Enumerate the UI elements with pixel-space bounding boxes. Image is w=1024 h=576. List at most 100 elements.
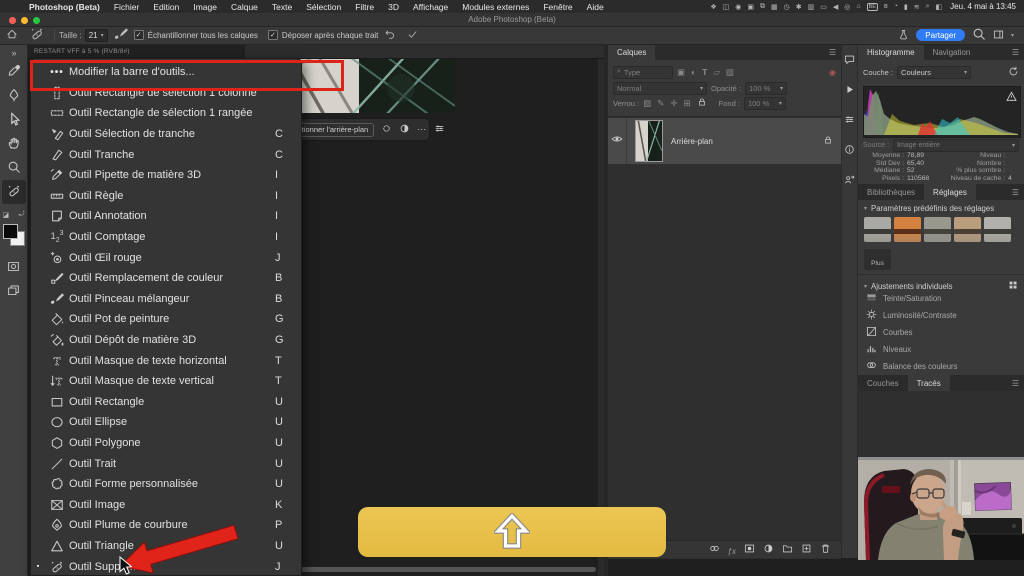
menubar-item[interactable]: Sélection bbox=[299, 2, 348, 12]
control-center-status-icon[interactable]: ◧ bbox=[936, 3, 943, 11]
info-icon[interactable] bbox=[844, 142, 855, 160]
layer-thumbnail[interactable] bbox=[635, 120, 663, 162]
export-sliders-icon[interactable] bbox=[844, 112, 855, 130]
color-swatches[interactable] bbox=[3, 224, 25, 246]
layer-row-background[interactable]: Arrière-plan bbox=[608, 118, 841, 164]
tool-menu-item-12[interactable]: Outil Pinceau mélangeurB bbox=[31, 289, 301, 310]
eye-icon[interactable] bbox=[608, 118, 627, 164]
tool-menu-item-6[interactable]: Outil Pipette de matière 3DI bbox=[31, 165, 301, 186]
adjustment-curves[interactable]: Courbes bbox=[858, 324, 1024, 341]
tool-menu-item-22[interactable]: Outil ImageK bbox=[31, 494, 301, 515]
filter-toggle-icon[interactable]: ◉ bbox=[829, 68, 836, 77]
channel-select[interactable]: Couleurs▾ bbox=[897, 66, 971, 79]
tool-hand[interactable] bbox=[2, 132, 26, 156]
color-grid-status-icon[interactable]: ❖ bbox=[710, 3, 716, 11]
pixel-filter-icon[interactable]: ▣ bbox=[677, 67, 685, 78]
adjustment-preset-3[interactable] bbox=[924, 217, 951, 242]
tool-menu-item-16[interactable]: TOutil Masque de texte verticalT bbox=[31, 371, 301, 392]
adjustment-color-balance[interactable]: Balance des couleurs bbox=[858, 358, 1024, 375]
account-status-icon[interactable]: ◔ bbox=[894, 3, 898, 10]
lock-all-icon[interactable] bbox=[697, 97, 707, 109]
menubar-item[interactable]: Fenêtre bbox=[536, 2, 579, 12]
menubar-item[interactable]: Modules externes bbox=[455, 2, 536, 12]
menubar-item[interactable]: Affichage bbox=[406, 2, 455, 12]
more-presets-button[interactable]: Plus bbox=[864, 249, 891, 270]
tool-direct-select[interactable] bbox=[2, 108, 26, 132]
menubar-item[interactable]: Texte bbox=[265, 2, 299, 12]
adjustment-preset-5[interactable] bbox=[984, 217, 1011, 242]
spotlight-status-icon[interactable]: ⌕ bbox=[926, 3, 930, 11]
warning-icon[interactable] bbox=[1006, 89, 1017, 107]
menubar-item[interactable]: 3D bbox=[381, 2, 406, 12]
tool-menu-item-20[interactable]: Outil TraitU bbox=[31, 453, 301, 474]
bluetooth-status-icon[interactable]: ʙ bbox=[884, 3, 888, 10]
tool-menu-item-10[interactable]: Outil Œil rougeJ bbox=[31, 247, 301, 268]
layer-filter-search[interactable]: ⌕ Type bbox=[613, 66, 673, 79]
tool-menu-item-13[interactable]: Outil Pot de peintureG bbox=[31, 309, 301, 330]
foreground-color-swatch[interactable] bbox=[3, 224, 18, 239]
lock-artboard-icon[interactable]: ⊞ bbox=[684, 98, 691, 109]
reset-icon[interactable] bbox=[384, 29, 395, 42]
blend-mode-select[interactable]: Normal▾ bbox=[613, 82, 707, 95]
taskbar-properties-icon[interactable] bbox=[434, 121, 445, 139]
box-status-icon[interactable]: ▦ bbox=[771, 3, 778, 11]
input-source-be-status-icon[interactable]: BE bbox=[867, 3, 878, 11]
github-status-icon[interactable]: ✱ bbox=[796, 3, 802, 11]
home-icon[interactable] bbox=[6, 28, 18, 42]
volume-status-icon[interactable]: ◀ bbox=[833, 3, 838, 11]
brush-settings-icon[interactable] bbox=[114, 27, 128, 43]
adjustment-hue-saturation[interactable]: Teinte/Saturation bbox=[858, 290, 1024, 307]
lock-paint-icon[interactable]: ✎ bbox=[657, 98, 664, 109]
adjustment-levels[interactable]: Niveaux bbox=[858, 341, 1024, 358]
panel-menu-icon[interactable]: ☰ bbox=[1012, 184, 1024, 200]
new-layer-icon[interactable] bbox=[801, 541, 812, 559]
tool-menu-item-19[interactable]: Outil PolygoneU bbox=[31, 433, 301, 454]
opacity-field[interactable]: 100 %▾ bbox=[745, 82, 787, 95]
time-machine-status-icon[interactable]: ◷ bbox=[784, 3, 790, 11]
share-button[interactable]: Partager bbox=[916, 29, 965, 41]
tool-menu-item-7[interactable]: Outil RègleI bbox=[31, 186, 301, 207]
shape-filter-icon[interactable]: ▱ bbox=[713, 67, 720, 78]
comment-icon[interactable] bbox=[844, 52, 855, 70]
tab-biblioth-ques[interactable]: Bibliothèques bbox=[858, 184, 924, 200]
stage-manager-status-icon[interactable]: ◫ bbox=[723, 3, 730, 11]
menubar-item[interactable]: Calque bbox=[224, 2, 265, 12]
lock-move-icon[interactable]: ✛ bbox=[670, 98, 677, 109]
tool-menu-item-5[interactable]: Outil TrancheC bbox=[31, 144, 301, 165]
tool-menu-item-14[interactable]: Outil Dépôt de matière 3DG bbox=[31, 330, 301, 351]
play-icon[interactable] bbox=[844, 82, 855, 100]
adjustment-brightness-contrast[interactable]: Luminosité/Contraste bbox=[858, 307, 1024, 324]
chevron-down-icon[interactable]: ▾ bbox=[864, 283, 867, 290]
folder-icon[interactable] bbox=[782, 541, 793, 559]
menubar-item[interactable]: Filtre bbox=[348, 2, 381, 12]
refresh-icon[interactable] bbox=[1008, 66, 1019, 79]
menubar-item[interactable]: Edition bbox=[146, 2, 186, 12]
menubar-item[interactable]: Photoshop (Beta) bbox=[22, 2, 107, 12]
share-user-icon[interactable] bbox=[844, 172, 855, 190]
menubar-item[interactable]: Aide bbox=[580, 2, 611, 12]
adjustment-preset-1[interactable] bbox=[864, 217, 891, 242]
adjustment-icon[interactable] bbox=[399, 121, 410, 139]
type-filter-icon[interactable]: T bbox=[702, 67, 707, 77]
more-options-icon[interactable]: ⋯ bbox=[417, 124, 427, 135]
tab-histogramme[interactable]: Histogramme bbox=[858, 44, 924, 60]
menubar-clock[interactable]: Jeu. 4 mai à 13:45 bbox=[948, 2, 1024, 11]
default-colors-icon[interactable]: ◪ bbox=[3, 211, 10, 219]
adjustment-filter-icon[interactable]: ◐ bbox=[691, 67, 696, 77]
panel-menu-icon[interactable]: ☰ bbox=[1012, 375, 1024, 391]
tab-couches[interactable]: Couches bbox=[858, 375, 908, 391]
tool-eyedropper[interactable] bbox=[2, 60, 26, 84]
home-status-icon[interactable]: ⌂ bbox=[856, 3, 860, 10]
fx-icon[interactable]: ƒx bbox=[728, 541, 736, 559]
display-mirror-status-icon[interactable]: ⧉ bbox=[760, 3, 765, 11]
size-field[interactable]: 21 ▾ bbox=[85, 29, 108, 42]
trash-icon[interactable] bbox=[820, 541, 831, 559]
tool-menu-item-15[interactable]: TOutil Masque de texte horizontalT bbox=[31, 350, 301, 371]
wifi-status-icon[interactable]: ≋ bbox=[914, 3, 920, 11]
current-tool-icon[interactable] bbox=[30, 27, 44, 43]
eye-status-icon[interactable]: ◉ bbox=[735, 3, 741, 11]
lock-transparent-icon[interactable]: ▨ bbox=[643, 98, 651, 109]
search-icon[interactable] bbox=[972, 27, 986, 43]
monitor-status-icon[interactable]: ▭ bbox=[820, 3, 827, 11]
tool-menu-item-21[interactable]: Outil Forme personnaliséeU bbox=[31, 474, 301, 495]
